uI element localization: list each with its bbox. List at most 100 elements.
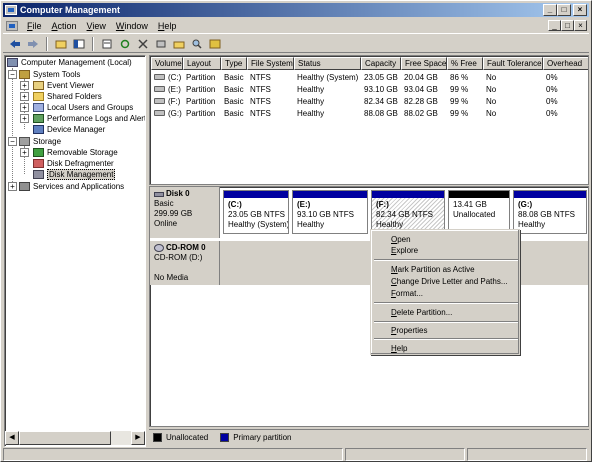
tree-item-computer-management[interactable]: Computer Management (Local) <box>7 57 132 68</box>
partition-e[interactable]: (E:) 93.10 GB NTFS Healthy <box>292 190 368 234</box>
menu-item-format[interactable]: Format... <box>391 289 423 298</box>
forward-icon[interactable] <box>25 36 41 51</box>
volume-icon <box>154 86 165 93</box>
delete-icon[interactable] <box>135 36 151 51</box>
tree-item-system-tools[interactable]: System Tools <box>19 69 80 80</box>
capacity-cell: 93.10 GB <box>364 84 398 94</box>
file-system-cell: NTFS <box>250 72 271 82</box>
column-header-layout[interactable]: Layout <box>183 57 221 70</box>
tree-item-performance-logs[interactable]: Performance Logs and Alerts <box>33 113 145 124</box>
open-icon[interactable] <box>171 36 187 51</box>
title-bar[interactable]: Computer Management _ □ × <box>3 3 589 17</box>
performance-icon <box>33 114 44 123</box>
menu-item-mark-active[interactable]: Mark Partition as Active <box>391 265 475 274</box>
menu-item-help[interactable]: Help <box>391 344 407 353</box>
column-header-file-system[interactable]: File System <box>247 57 294 70</box>
status-panel-3 <box>467 448 587 461</box>
search-icon[interactable] <box>189 36 205 51</box>
menu-item-delete-partition[interactable]: Delete Partition... <box>391 308 452 317</box>
table-row[interactable]: (G:) Partition Basic NTFS Healthy 88.08 … <box>151 107 588 119</box>
cdrom-0-label[interactable]: CD-ROM 0 CD-ROM (D:) No Media <box>150 241 220 285</box>
tree-item-device-manager[interactable]: Device Manager <box>33 124 105 135</box>
tree-item-event-viewer[interactable]: Event Viewer <box>33 80 94 91</box>
legend-unallocated: Unallocated <box>153 433 208 442</box>
column-header-capacity[interactable]: Capacity <box>361 57 401 70</box>
partition-c[interactable]: (C:) 23.05 GB NTFS Healthy (System) <box>223 190 289 234</box>
expand-shared-folders-icon[interactable]: + <box>20 92 29 101</box>
partition-status: Healthy (System) <box>228 220 288 229</box>
overhead-cell: 0% <box>546 96 558 106</box>
column-header-status[interactable]: Status <box>294 57 361 70</box>
tree-item-removable-storage[interactable]: Removable Storage <box>33 147 118 158</box>
column-header-percent-free[interactable]: % Free <box>447 57 483 70</box>
tree-item-disk-defragmenter[interactable]: Disk Defragmenter <box>33 158 114 169</box>
volume-list[interactable]: Volume Layout Type File System Status Ca… <box>149 55 589 185</box>
console-tree[interactable]: Computer Management (Local) − System Too… <box>4 55 146 447</box>
menu-separator <box>374 321 518 323</box>
cdrom-icon <box>154 244 164 252</box>
table-row[interactable]: (C:) Partition Basic NTFS Healthy (Syste… <box>151 71 588 83</box>
collapse-system-tools-icon[interactable]: − <box>8 70 17 79</box>
table-row[interactable]: (E:) Partition Basic NTFS Healthy 93.10 … <box>151 83 588 95</box>
show-hide-tree-icon[interactable] <box>71 36 87 51</box>
menu-file[interactable]: File <box>22 21 47 31</box>
mdi-controls: _ □ × <box>548 20 587 31</box>
close-button[interactable]: × <box>573 4 587 16</box>
unallocated-space[interactable]: 13.41 GB Unallocated <box>448 190 510 234</box>
expand-event-viewer-icon[interactable]: + <box>20 81 29 90</box>
properties-icon[interactable] <box>99 36 115 51</box>
partition-g[interactable]: (G:) 88.08 GB NTFS Healthy <box>513 190 587 234</box>
menu-item-open[interactable]: Open <box>391 235 411 244</box>
menu-item-explore[interactable]: Explore <box>391 246 418 255</box>
column-header-fault-tolerance[interactable]: Fault Tolerance <box>483 57 543 70</box>
disk-graphical-view[interactable]: Disk 0 Basic 299.99 GB Online (C:) 23.05… <box>149 186 589 427</box>
partition-f[interactable]: (F:) 82.34 GB NTFS Healthy <box>371 190 445 234</box>
menu-help[interactable]: Help <box>153 21 182 31</box>
up-folder-icon[interactable] <box>53 36 69 51</box>
expand-services-icon[interactable]: + <box>8 182 17 191</box>
status-panel-2 <box>345 448 465 461</box>
tree-item-storage[interactable]: Storage <box>19 136 61 147</box>
status-cell: Healthy <box>297 108 325 118</box>
table-row[interactable]: (F:) Partition Basic NTFS Healthy 82.34 … <box>151 95 588 107</box>
tree-item-services-applications[interactable]: Services and Applications <box>19 181 124 192</box>
back-icon[interactable] <box>7 36 23 51</box>
mdi-window-icon[interactable] <box>6 20 18 31</box>
scroll-thumb[interactable] <box>19 431 111 445</box>
tree-item-shared-folders[interactable]: Shared Folders <box>33 91 102 102</box>
expand-performance-logs-icon[interactable]: + <box>20 114 29 123</box>
expand-local-users-icon[interactable]: + <box>20 103 29 112</box>
legend-primary-partition: Primary partition <box>220 433 292 442</box>
menu-action[interactable]: Action <box>47 21 82 31</box>
mdi-close-button[interactable]: × <box>574 20 587 31</box>
settings-icon[interactable] <box>153 36 169 51</box>
column-header-free-space[interactable]: Free Space <box>401 57 447 70</box>
mdi-restore-button[interactable]: □ <box>561 20 574 31</box>
overhead-cell: 0% <box>546 72 558 82</box>
scroll-track[interactable] <box>111 431 131 445</box>
menu-window[interactable]: Window <box>111 21 153 31</box>
disk-0-label[interactable]: Disk 0 Basic 299.99 GB Online <box>150 187 220 238</box>
minimize-button[interactable]: _ <box>543 4 557 16</box>
column-header-overhead[interactable]: Overhead <box>543 57 588 70</box>
scroll-left-button[interactable]: ◀ <box>5 431 19 445</box>
scroll-right-button[interactable]: ▶ <box>131 431 145 445</box>
column-header-volume[interactable]: Volume <box>151 57 183 70</box>
tree-item-disk-management[interactable]: Disk Management <box>33 169 116 180</box>
expand-removable-storage-icon[interactable]: + <box>20 148 29 157</box>
refresh-icon[interactable] <box>117 36 133 51</box>
collapse-storage-icon[interactable]: − <box>8 137 17 146</box>
maximize-button[interactable]: □ <box>557 4 571 16</box>
free-space-cell: 88.02 GB <box>404 108 438 118</box>
help-icon[interactable] <box>207 36 223 51</box>
menu-view[interactable]: View <box>82 21 111 31</box>
partition-detail: 23.05 GB NTFS <box>228 210 285 219</box>
tree-item-local-users[interactable]: Local Users and Groups <box>33 102 133 113</box>
tree-horizontal-scrollbar[interactable]: ◀ ▶ <box>5 431 145 445</box>
column-header-type[interactable]: Type <box>221 57 247 70</box>
menu-item-properties[interactable]: Properties <box>391 326 427 335</box>
capacity-cell: 88.08 GB <box>364 108 398 118</box>
menu-item-change-drive-letter[interactable]: Change Drive Letter and Paths... <box>391 277 508 286</box>
mdi-minimize-button[interactable]: _ <box>548 20 561 31</box>
layout-cell: Partition <box>186 72 216 82</box>
